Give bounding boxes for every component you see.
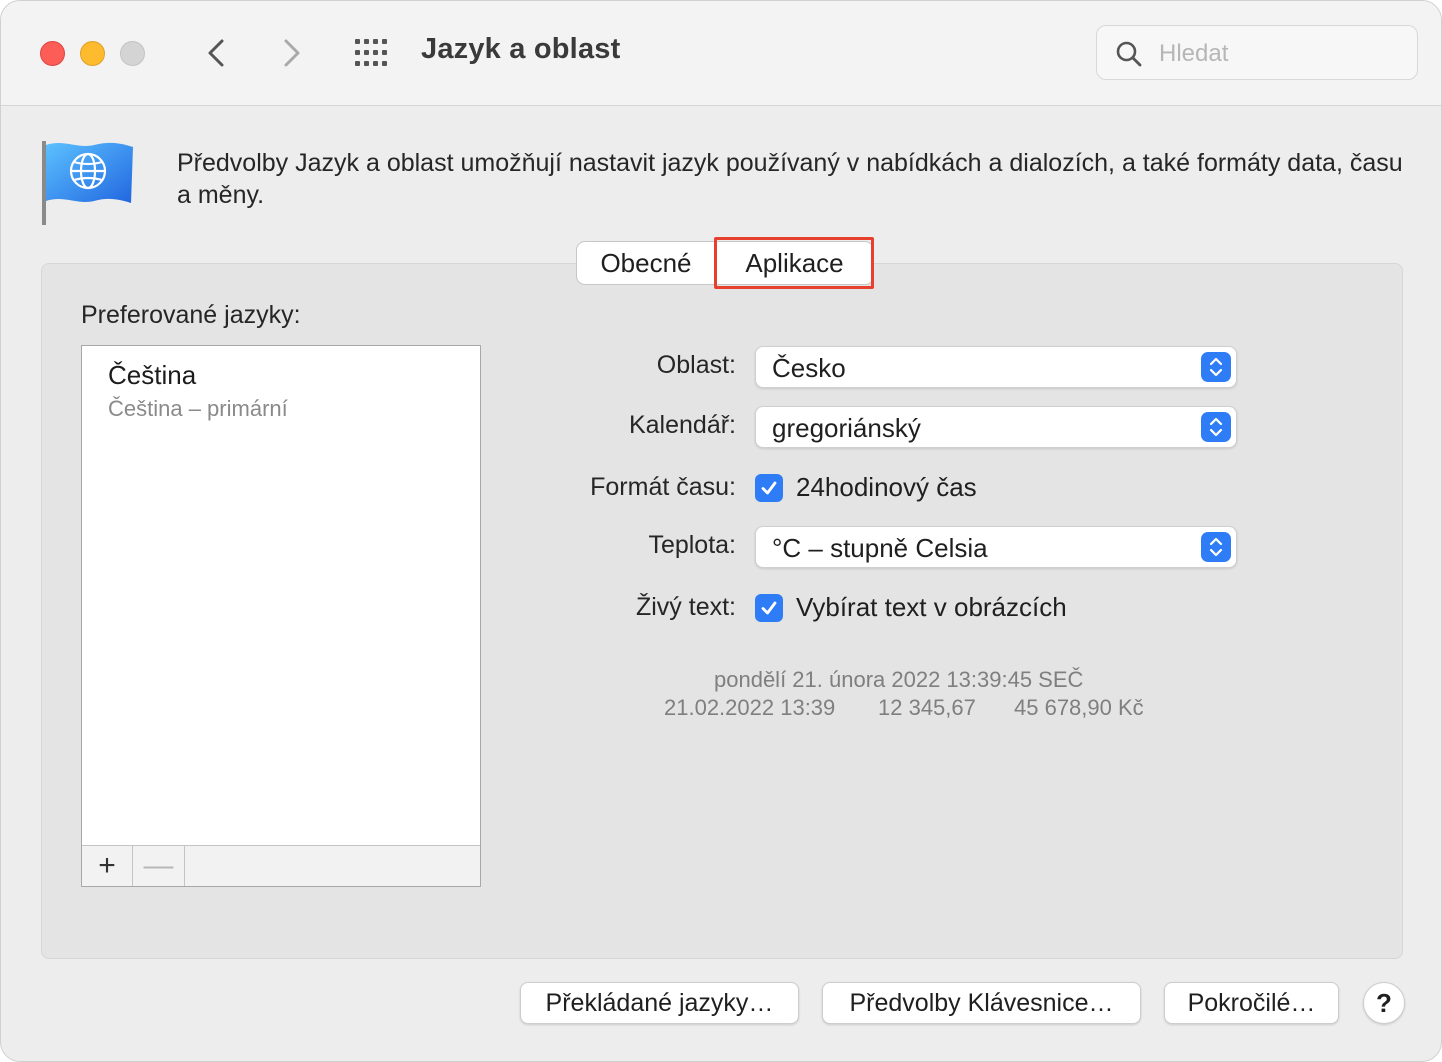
chevron-right-icon [284,39,300,67]
remove-language-button[interactable]: — [133,846,185,886]
grid-icon [355,39,387,66]
search-icon [1116,41,1142,67]
preferences-window: Jazyk a oblast Předvolby Jazyk a oblast [0,0,1442,1062]
advanced-button[interactable]: Pokročilé… [1164,982,1339,1024]
calendar-value: gregoriánský [772,413,921,443]
add-language-button[interactable]: + [82,846,133,886]
chevron-left-icon [208,39,224,67]
calendar-popup[interactable]: gregoriánský [755,406,1237,448]
popup-arrows-icon [1201,352,1231,382]
forward-button[interactable] [271,33,311,73]
calendar-label: Kalendář: [628,411,736,439]
highlight-frame [714,237,874,289]
popup-arrows-icon [1201,412,1231,442]
title-bar: Jazyk a oblast [1,1,1441,106]
region-popup[interactable]: Česko [755,346,1237,388]
language-item-detail: Čeština – primární [108,396,288,421]
list-toolbar: + — [82,845,480,886]
region-label: Oblast: [656,351,736,379]
sample-short-date: 21.02.2022 13:39 [664,695,836,720]
checkmark-icon [761,601,777,615]
translated-languages-button[interactable]: Překládané jazyky… [520,982,799,1024]
zoom-button[interactable] [120,41,145,66]
temperature-popup[interactable]: °C – stupně Celsia [755,526,1237,568]
minimize-button[interactable] [80,41,105,66]
temperature-label: Teplota: [648,531,736,559]
time-format-checkbox-label[interactable]: 24hodinový čas [796,472,977,503]
help-button[interactable]: ? [1363,982,1405,1024]
back-button[interactable] [197,33,237,73]
live-text-checkbox[interactable] [755,594,783,622]
live-text-label: Živý text: [635,593,736,621]
language-list[interactable]: Čeština Čeština – primární + — [81,345,481,887]
tab-general[interactable]: Obecné [576,241,716,285]
pane-description: Předvolby Jazyk a oblast umožňují nastav… [177,149,1403,209]
keyboard-preferences-button[interactable]: Předvolby Klávesnice… [822,982,1141,1024]
sample-number: 12 345,67 [878,695,976,720]
globe-flag-icon [42,141,133,225]
temperature-value: °C – stupně Celsia [772,533,988,563]
sample-long-date: pondělí 21. února 2022 13:39:45 SEČ [714,667,1084,692]
checkmark-icon [761,481,777,495]
live-text-checkbox-label[interactable]: Vybírat text v obrázcích [796,592,1067,623]
time-format-label: Formát času: [590,473,736,501]
language-item-name[interactable]: Čeština [108,360,196,391]
popup-arrows-icon [1201,532,1231,562]
search-field[interactable] [1096,25,1418,80]
preferred-languages-label: Preferované jazyky: [81,301,301,329]
time-format-checkbox[interactable] [755,474,783,502]
region-value: Česko [772,353,846,383]
window-title: Jazyk a oblast [421,33,621,65]
show-all-button[interactable] [353,38,393,68]
sample-currency: 45 678,90 Kč [1014,695,1144,720]
search-input[interactable] [1157,36,1401,72]
close-button[interactable] [40,41,65,66]
